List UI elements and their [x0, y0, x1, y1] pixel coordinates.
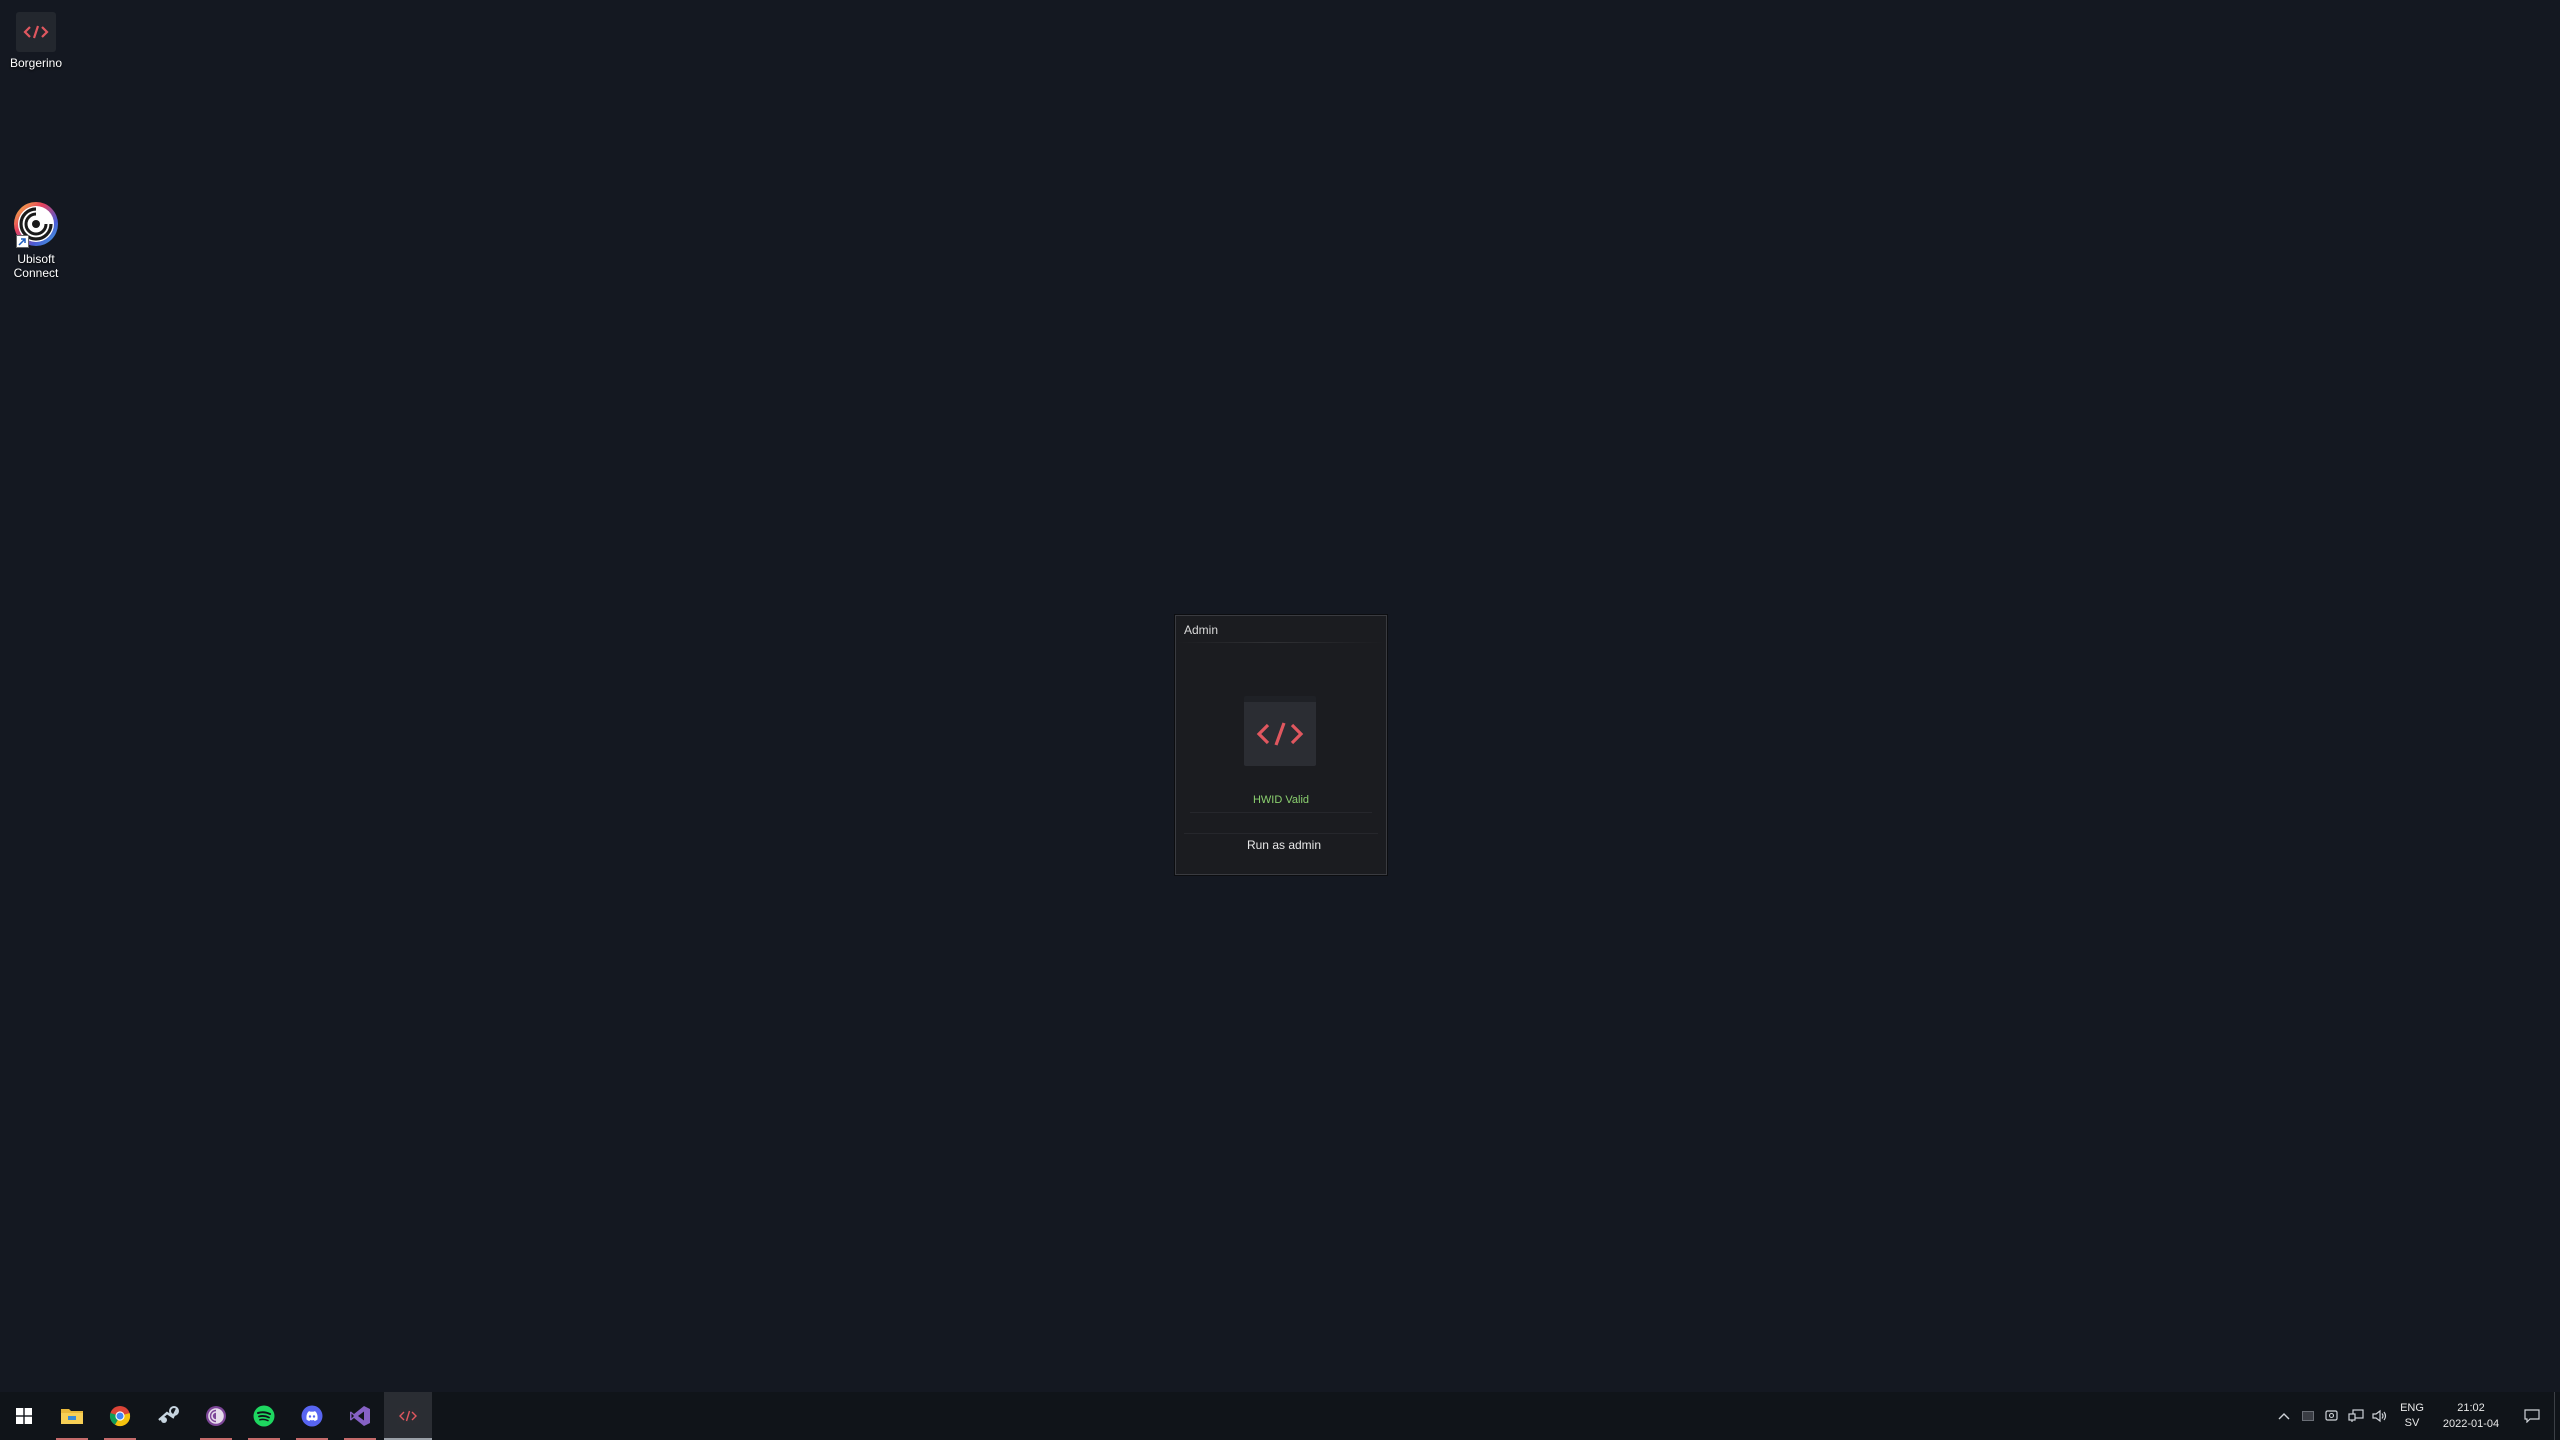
language-indicator[interactable]: ENG SV — [2392, 1392, 2432, 1440]
taskbar: ENG SV 21:02 2022-01-04 — [0, 1392, 2560, 1440]
chrome-icon — [109, 1406, 131, 1427]
chevron-up-icon[interactable] — [2272, 1392, 2296, 1440]
desktop-icon-label-line: Ubisoft — [17, 252, 55, 266]
bluetooth-device-icon[interactable] — [2320, 1392, 2344, 1440]
desktop-icon-label: Ubisoft Connect — [14, 252, 59, 280]
code-brackets-icon — [16, 12, 56, 52]
taskbar-discord[interactable] — [288, 1392, 336, 1440]
desktop-icon-ubisoft-connect[interactable]: Ubisoft Connect — [0, 200, 72, 280]
desktop-icon-label: Borgerino — [9, 56, 63, 70]
notification-icon — [2524, 1409, 2540, 1423]
taskbar-file-explorer[interactable] — [48, 1392, 96, 1440]
steam-icon — [158, 1406, 179, 1423]
start-button[interactable] — [0, 1392, 48, 1440]
taskbar-borgerino[interactable] — [384, 1392, 432, 1440]
title-divider — [1176, 642, 1386, 643]
ubisoft-swirl-icon — [12, 200, 60, 248]
taskbar-chrome[interactable] — [96, 1392, 144, 1440]
keyboard-layout: SV — [2404, 1417, 2420, 1429]
shortcut-arrow-icon — [16, 235, 29, 248]
discord-icon — [301, 1405, 323, 1427]
notification-center-button[interactable] — [2510, 1392, 2554, 1440]
loader-window: Admin HWID Valid Run as admin — [1175, 615, 1387, 875]
system-tray: ENG SV 21:02 2022-01-04 — [2272, 1392, 2560, 1440]
language-code: ENG — [2400, 1402, 2424, 1414]
tray-app-icon[interactable] — [2296, 1392, 2320, 1440]
desktop-icon-borgerino[interactable]: Borgerino — [0, 12, 72, 70]
desktop-icon-label-line: Connect — [13, 266, 59, 280]
clock-time: 21:02 — [2457, 1402, 2485, 1414]
taskbar-steam[interactable] — [144, 1392, 192, 1440]
status-divider — [1190, 812, 1372, 813]
app-logo — [1244, 696, 1316, 766]
code-brackets-icon — [1256, 722, 1304, 746]
hwid-status: HWID Valid — [1252, 794, 1310, 806]
window-title: Admin — [1184, 623, 1219, 637]
tor-icon — [206, 1406, 226, 1426]
network-icon[interactable] — [2344, 1392, 2368, 1440]
clock-date: 2022-01-04 — [2442, 1418, 2500, 1430]
visual-studio-icon — [350, 1406, 370, 1426]
spotify-icon — [253, 1405, 275, 1427]
taskbar-tor-browser[interactable] — [192, 1392, 240, 1440]
show-desktop-button[interactable] — [2554, 1392, 2560, 1440]
code-brackets-icon — [397, 1408, 419, 1424]
windows-icon — [16, 1408, 32, 1424]
run-as-admin-button[interactable]: Run as admin — [1184, 833, 1378, 855]
taskbar-visual-studio[interactable] — [336, 1392, 384, 1440]
volume-icon[interactable] — [2368, 1392, 2392, 1440]
folder-icon — [61, 1409, 83, 1424]
taskbar-spotify[interactable] — [240, 1392, 288, 1440]
clock[interactable]: 21:02 2022-01-04 — [2432, 1392, 2510, 1440]
